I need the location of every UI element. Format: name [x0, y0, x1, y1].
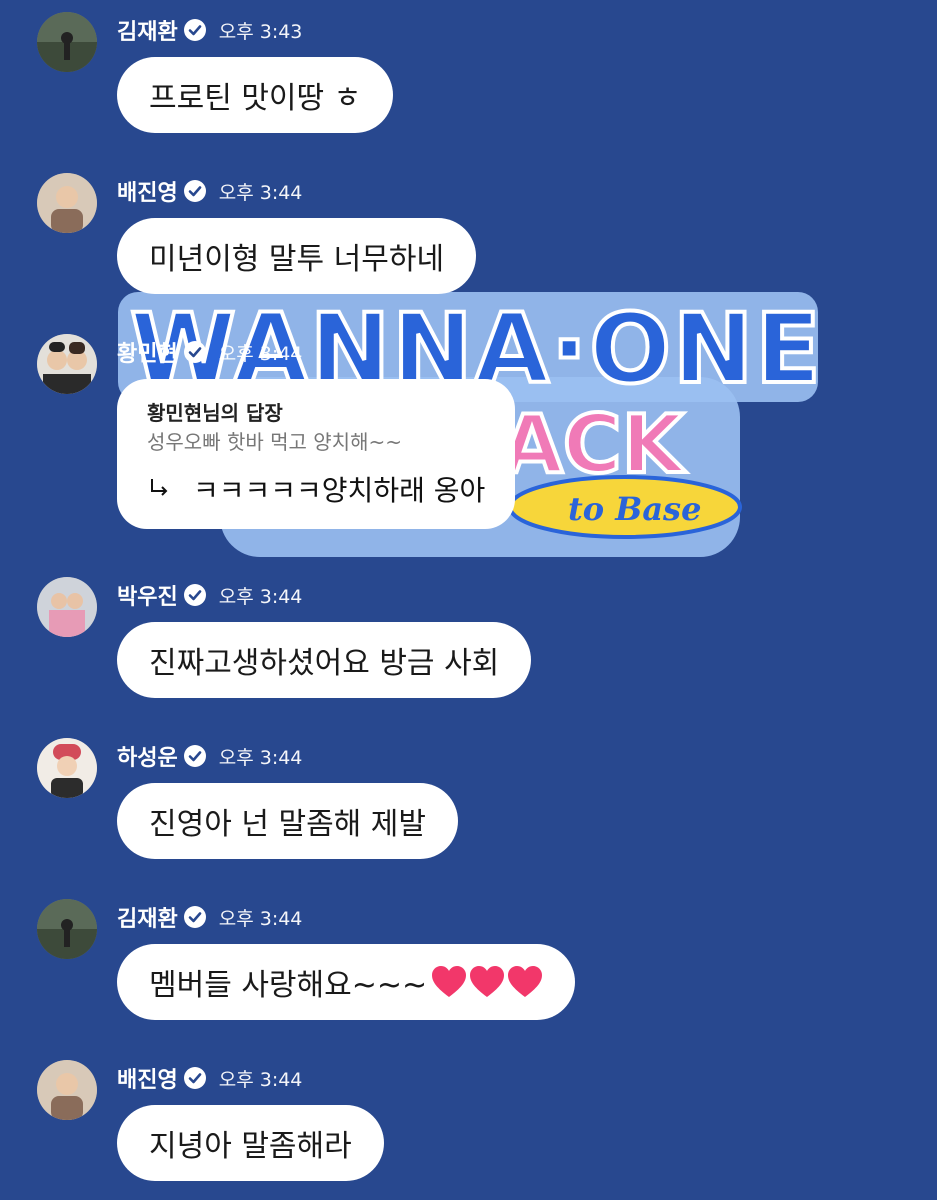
verified-badge-icon — [183, 19, 206, 41]
message-text: ㅋㅋㅋㅋㅋ양치하래 옹아 — [193, 474, 486, 507]
message-time: 오후 3:43 — [218, 20, 303, 43]
message-time: 오후 3:44 — [218, 181, 303, 204]
verified-badge-icon — [183, 180, 206, 202]
message-bubble[interactable]: 프로틴 맛이땅 ㅎ — [117, 57, 394, 133]
sender-name[interactable]: 김재환 — [117, 901, 178, 933]
verified-badge-icon — [183, 1067, 206, 1089]
message-time: 오후 3:44 — [218, 907, 303, 930]
heart-icon — [470, 966, 505, 997]
message-header: 김재환 오후 3:44 — [117, 899, 302, 935]
message-header: 박우진 오후 3:44 — [117, 577, 302, 613]
message-text: 프로틴 맛이땅 ㅎ — [149, 81, 362, 116]
message-header: 하성운 오후 3:44 — [117, 738, 302, 774]
message-bubble[interactable]: 미년이형 말투 너무하네 — [117, 218, 477, 294]
heart-icon — [432, 966, 467, 997]
message-time: 오후 3:44 — [218, 746, 303, 769]
avatar[interactable] — [37, 738, 97, 798]
logo-line3: to Base — [568, 490, 701, 528]
message-text: 미년이형 말투 너무하네 — [149, 242, 445, 277]
verified-badge-icon — [183, 745, 206, 767]
sender-name[interactable]: 하성운 — [117, 740, 178, 772]
avatar[interactable] — [37, 334, 97, 394]
message-time: 오후 3:44 — [218, 1068, 303, 1091]
message-time: 오후 3:44 — [218, 585, 303, 608]
message-header: 김재환 오후 3:43 — [117, 12, 302, 48]
avatar[interactable] — [37, 1060, 97, 1120]
reply-bubble[interactable]: 황민현님의 답장 성우오빠 핫바 먹고 양치해~~ ㅋㅋㅋㅋㅋ양치하래 옹아 — [117, 379, 516, 529]
avatar[interactable] — [37, 173, 97, 233]
message-text: 진영아 넌 말좀해 제발 — [149, 807, 427, 842]
message-header: 배진영 오후 3:44 — [117, 173, 302, 209]
sender-name[interactable]: 김재환 — [117, 14, 178, 46]
heart-icon — [508, 966, 543, 997]
message-time: 오후 3:44 — [218, 342, 303, 365]
message-bubble[interactable]: 진짜고생하셨어요 방금 사회 — [117, 622, 532, 698]
sender-name[interactable]: 배진영 — [117, 1062, 178, 1094]
reply-text-row: ㅋㅋㅋㅋㅋ양치하래 옹아 — [147, 471, 485, 511]
message-header: 배진영 오후 3:44 — [117, 1060, 302, 1096]
chat-view: WANNA·ONE BACK to Base 김재환 오후 3:43 프로틴 맛… — [0, 0, 937, 1200]
avatar[interactable] — [37, 577, 97, 637]
sender-name[interactable]: 황민현 — [117, 336, 178, 368]
message-text: 지녕아 말좀해라 — [149, 1129, 352, 1164]
reply-header: 황민현님의 답장 — [147, 401, 283, 425]
hearts-group — [429, 965, 543, 999]
reply-arrow-icon — [147, 471, 171, 511]
message-bubble[interactable]: 멤버들 사랑해요~~~ — [117, 944, 576, 1020]
message-text: 진짜고생하셨어요 방금 사회 — [149, 646, 500, 681]
message-text: 멤버들 사랑해요~~~ — [149, 968, 428, 1003]
verified-badge-icon — [183, 341, 206, 363]
verified-badge-icon — [183, 584, 206, 606]
sender-name[interactable]: 박우진 — [117, 579, 178, 611]
reply-quote: 성우오빠 핫바 먹고 양치해~~ — [147, 430, 402, 454]
message-bubble[interactable]: 지녕아 말좀해라 — [117, 1105, 384, 1181]
verified-badge-icon — [183, 906, 206, 928]
message-bubble[interactable]: 진영아 넌 말좀해 제발 — [117, 783, 459, 859]
avatar[interactable] — [37, 12, 97, 72]
message-header: 황민현 오후 3:44 — [117, 334, 302, 370]
avatar[interactable] — [37, 899, 97, 959]
sender-name[interactable]: 배진영 — [117, 175, 178, 207]
